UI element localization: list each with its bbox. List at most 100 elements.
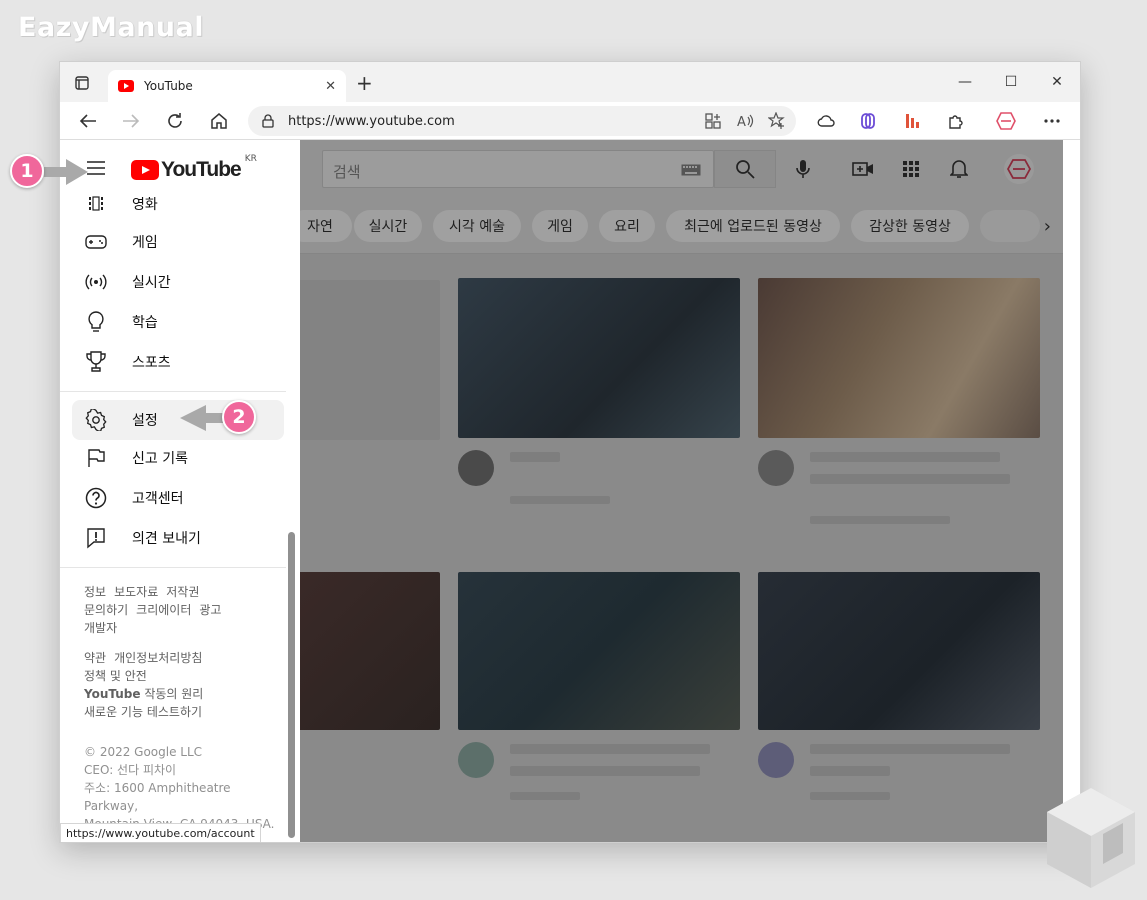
- more-options-icon[interactable]: [1042, 111, 1062, 131]
- sidebar-links-secondary: 약관 개인정보처리방침 정책 및 안전 YouTube 작동의 원리 새로운 기능…: [84, 649, 284, 721]
- link-advertise[interactable]: 광고: [199, 603, 221, 617]
- minimize-button[interactable]: —: [942, 70, 988, 94]
- browser-window: YouTube ✕ + — ☐ ✕ https://www.youtube.co…: [59, 61, 1081, 843]
- tab-youtube[interactable]: YouTube ✕: [108, 70, 346, 102]
- link-privacy[interactable]: 개인정보처리방침: [114, 651, 202, 665]
- chip-nature[interactable]: 자연: [300, 210, 352, 242]
- video-meta: [810, 452, 1000, 462]
- sidebar-item-gaming[interactable]: 게임: [72, 222, 284, 262]
- lightbulb-icon: [84, 310, 108, 334]
- close-window-button[interactable]: ✕: [1034, 70, 1080, 94]
- sidebar-item-live[interactable]: 실시간: [72, 262, 284, 302]
- lock-icon: [262, 114, 274, 128]
- sidebar-header: YouTube KR: [60, 140, 300, 196]
- search-button[interactable]: [714, 150, 776, 188]
- sidebar-item-learning[interactable]: 학습: [72, 302, 284, 342]
- favorite-star-icon: [768, 112, 785, 129]
- channel-avatar[interactable]: [758, 450, 794, 486]
- chip-visual-art[interactable]: 시각 예술: [433, 210, 521, 242]
- tab-close-icon[interactable]: ✕: [325, 79, 336, 94]
- link-copyright[interactable]: 저작권: [166, 585, 199, 599]
- back-arrow-icon: [79, 114, 96, 128]
- chip-recently-uploaded[interactable]: 최근에 업로드된 동영상: [666, 210, 840, 242]
- link-terms[interactable]: 약관: [84, 651, 106, 665]
- tab-title: YouTube: [144, 79, 193, 93]
- youtube-play-icon: [131, 160, 159, 180]
- bar-extension-icon[interactable]: [902, 111, 922, 131]
- link-contact[interactable]: 문의하기: [84, 603, 128, 617]
- sidebar-item-help[interactable]: 고객센터: [72, 478, 284, 518]
- search-placeholder: 검색: [333, 163, 361, 181]
- eazymanual-watermark: EazyManual: [18, 12, 204, 43]
- notifications-bell-icon[interactable]: [948, 158, 970, 180]
- sidebar-item-label: 의견 보내기: [132, 531, 201, 547]
- sidebar-item-sports[interactable]: 스포츠: [72, 342, 284, 382]
- refresh-button[interactable]: [162, 109, 188, 133]
- forward-arrow-icon: [123, 114, 140, 128]
- link-policy-safety[interactable]: 정책 및 안전: [84, 669, 147, 683]
- chip-gaming[interactable]: 게임: [532, 210, 588, 242]
- youtube-topbar: 검색: [300, 140, 1065, 196]
- video-thumbnail[interactable]: [458, 572, 740, 730]
- sidebar-item-feedback[interactable]: 의견 보내기: [72, 518, 284, 558]
- sidebar-item-label: 학습: [132, 315, 158, 331]
- maximize-button[interactable]: ☐: [988, 70, 1034, 94]
- channel-avatar[interactable]: [458, 450, 494, 486]
- sidebar-divider: [60, 567, 286, 568]
- svg-text:A: A: [737, 115, 746, 130]
- back-button[interactable]: [75, 109, 101, 133]
- url-field[interactable]: https://www.youtube.com A: [248, 106, 796, 136]
- link-test-features[interactable]: 새로운 기능 테스트하기: [84, 705, 202, 719]
- chip-live[interactable]: 실시간: [354, 210, 422, 242]
- link-developers[interactable]: 개발자: [84, 621, 117, 635]
- link-about[interactable]: 정보: [84, 585, 106, 599]
- video-meta: [810, 516, 950, 524]
- chip-watched[interactable]: 감상한 동영상: [851, 210, 969, 242]
- sidebar-item-report-history[interactable]: 신고 기록: [72, 438, 284, 478]
- microphone-icon[interactable]: [792, 158, 814, 180]
- video-thumbnail[interactable]: [758, 572, 1040, 730]
- video-thumbnail[interactable]: [300, 280, 440, 440]
- sidebar-item-label: 스포츠: [132, 355, 171, 371]
- category-chips: 자연 실시간 시각 예술 게임 요리 최근에 업로드된 동영상 감상한 동영상 …: [300, 196, 1065, 254]
- sidebar-item-label: 영화: [132, 197, 158, 213]
- channel-avatar[interactable]: [758, 742, 794, 778]
- extensions-puzzle-icon[interactable]: [946, 111, 966, 131]
- video-thumbnail[interactable]: [300, 572, 440, 730]
- step-badge-1: 1: [10, 154, 44, 188]
- new-tab-button[interactable]: +: [356, 73, 373, 93]
- cloud-extension-icon[interactable]: [816, 111, 836, 131]
- url-text: https://www.youtube.com: [288, 113, 455, 129]
- link-creators[interactable]: 크리에이터: [136, 603, 191, 617]
- address-bar: https://www.youtube.com A: [60, 102, 1080, 140]
- flag-icon: [84, 446, 108, 470]
- create-video-icon[interactable]: [852, 158, 874, 180]
- link-how-youtube-works[interactable]: YouTube 작동의 원리: [84, 685, 284, 703]
- chip-next-arrow-icon[interactable]: ›: [1044, 216, 1051, 237]
- link-extension-icon[interactable]: [858, 111, 878, 131]
- forward-button[interactable]: [118, 109, 144, 133]
- youtube-logo[interactable]: YouTube KR: [131, 154, 257, 182]
- account-avatar[interactable]: [1004, 154, 1034, 184]
- profile-hex-icon[interactable]: [996, 111, 1016, 131]
- chip-cooking[interactable]: 요리: [599, 210, 655, 242]
- region-label: KR: [244, 154, 257, 164]
- page-scrollbar[interactable]: [1063, 140, 1080, 842]
- video-meta: [510, 744, 710, 754]
- refresh-icon: [168, 113, 182, 128]
- channel-avatar[interactable]: [458, 742, 494, 778]
- video-meta: [510, 452, 560, 462]
- video-thumbnail[interactable]: [458, 278, 740, 438]
- search-icon: [736, 160, 755, 179]
- apps-grid-icon[interactable]: [900, 158, 922, 180]
- sidebar-scrollbar[interactable]: [288, 532, 295, 838]
- video-meta: [510, 766, 700, 776]
- home-button[interactable]: [206, 109, 232, 133]
- link-press[interactable]: 보도자료: [114, 585, 158, 599]
- trophy-icon: [84, 350, 108, 374]
- ceo-line: CEO: 선다 피차이: [84, 763, 177, 777]
- video-thumbnail[interactable]: [758, 278, 1040, 438]
- chip-partial[interactable]: [980, 210, 1040, 242]
- tab-actions-icon[interactable]: [70, 72, 94, 94]
- search-input[interactable]: 검색: [322, 150, 714, 188]
